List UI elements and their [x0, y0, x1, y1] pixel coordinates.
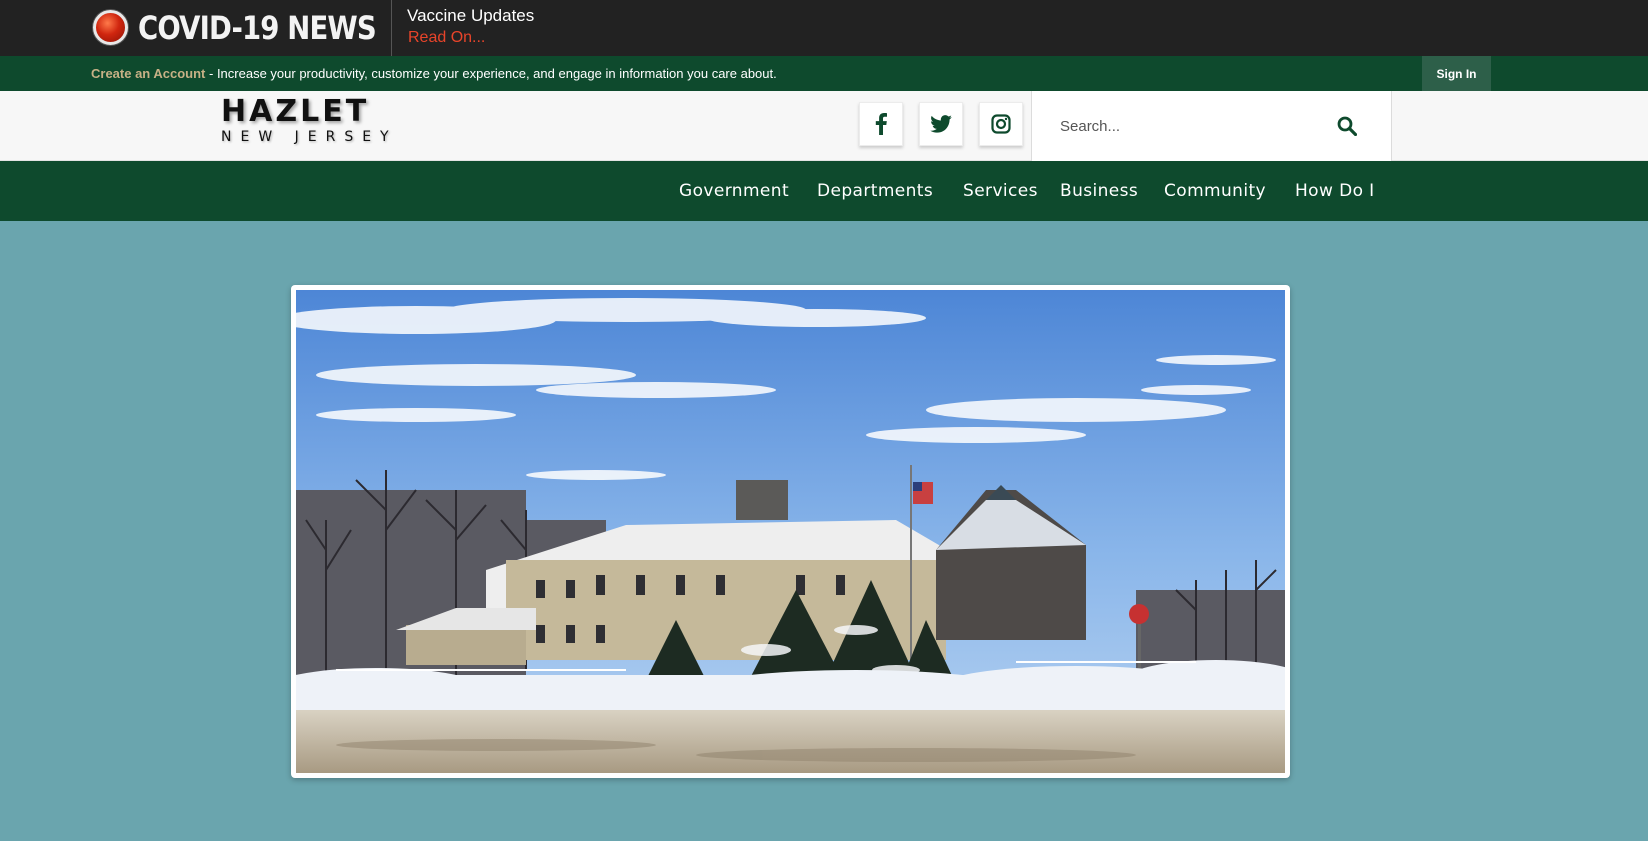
covid-title: COVID-19 NEWS — [138, 9, 377, 47]
account-message: Create an Account - Increase your produc… — [91, 66, 777, 81]
read-on-link[interactable]: Read On... — [408, 28, 485, 48]
facebook-button[interactable] — [859, 102, 903, 146]
covid-banner: COVID-19 NEWS Vaccine Updates Read On... — [0, 0, 1648, 56]
instagram-button[interactable] — [979, 102, 1023, 146]
nav-business[interactable]: Business — [1060, 180, 1138, 202]
nav-services[interactable]: Services — [963, 180, 1038, 202]
twitter-button[interactable] — [919, 102, 963, 146]
create-account-link[interactable]: Create an Account — [91, 66, 205, 81]
facebook-icon — [875, 113, 887, 135]
hero-image-frame — [291, 285, 1290, 778]
hero-image-town-hall — [296, 290, 1285, 773]
site-logo[interactable]: HAZLET NEW JERSEY — [221, 94, 398, 146]
covid-headline[interactable]: Vaccine Updates — [407, 6, 534, 26]
divider — [391, 0, 392, 56]
search-button[interactable] — [1332, 111, 1362, 141]
account-bar: Create an Account - Increase your produc… — [0, 56, 1648, 91]
nav-community[interactable]: Community — [1164, 180, 1266, 202]
nav-departments[interactable]: Departments — [817, 180, 933, 202]
nav-how-do-i[interactable]: How Do I — [1295, 180, 1375, 202]
main-nav: Government Departments Services Business… — [0, 161, 1648, 221]
account-message-text: - Increase your productivity, customize … — [205, 66, 777, 81]
site-header: HAZLET NEW JERSEY — [0, 91, 1648, 161]
search-input[interactable] — [1060, 115, 1330, 137]
alert-dot-icon — [93, 10, 128, 45]
search-icon — [1337, 116, 1357, 136]
search-box — [1031, 91, 1392, 161]
instagram-icon — [991, 114, 1011, 134]
logo-main-text: HAZLET — [221, 94, 370, 129]
logo-sub-text: NEW JERSEY — [221, 129, 398, 145]
nav-government[interactable]: Government — [679, 180, 789, 202]
sign-in-button[interactable]: Sign In — [1422, 56, 1491, 91]
twitter-icon — [930, 115, 952, 133]
